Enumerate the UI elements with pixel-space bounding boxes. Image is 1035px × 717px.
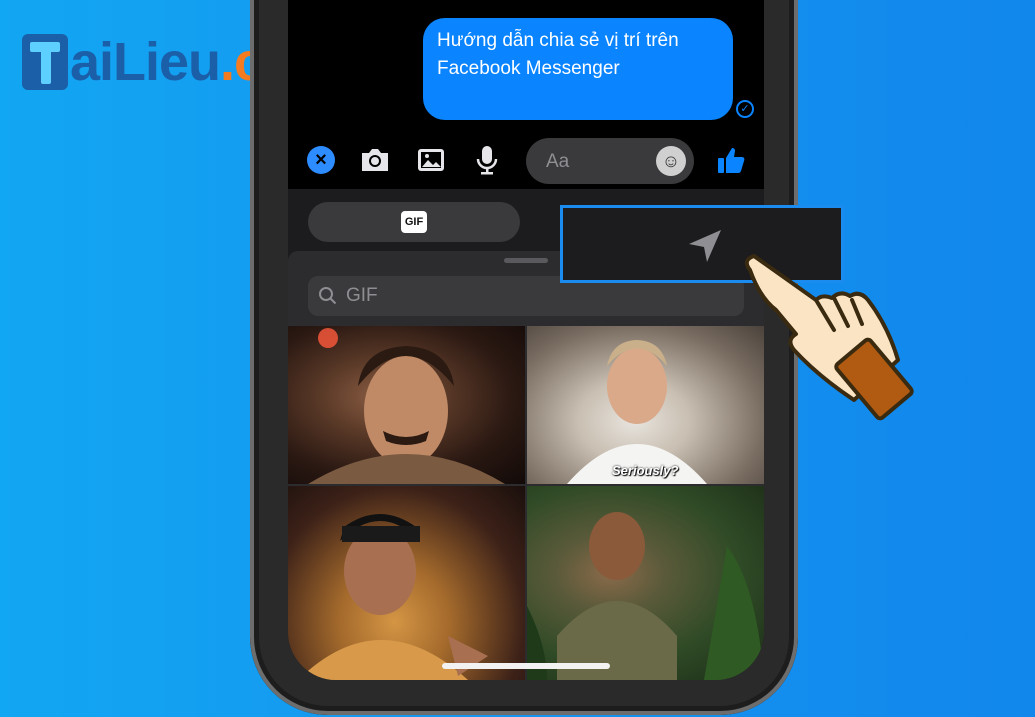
message-bubble[interactable]: Hướng dẫn chia sẻ vị trí trên Facebook M… <box>423 18 733 120</box>
message-text-line1: Hướng dẫn chia sẻ vị trí trên <box>437 30 679 51</box>
gif-sheet: GIF Seriously? <box>288 251 764 680</box>
home-indicator <box>442 663 610 669</box>
messenger-screen: Hướng dẫn chia sẻ vị trí trên Facebook M… <box>288 0 764 680</box>
message-input-placeholder: Aa <box>546 151 570 172</box>
photo-button[interactable] <box>414 143 448 177</box>
gif-icon: GIF <box>400 211 428 233</box>
composer-toolbar: × Aa ☺ <box>288 133 764 189</box>
close-button[interactable]: × <box>304 143 338 177</box>
like-button[interactable] <box>714 143 748 177</box>
gif-item[interactable] <box>288 326 525 484</box>
gif-image <box>527 512 764 680</box>
gif-caption: Seriously? <box>612 463 679 478</box>
gif-image <box>308 328 505 484</box>
microphone-icon <box>476 146 498 175</box>
close-icon: × <box>307 146 335 174</box>
search-icon <box>319 287 337 305</box>
location-arrow-icon <box>689 230 721 262</box>
tab-gif[interactable]: GIF <box>308 202 520 242</box>
gif-search-placeholder: GIF <box>346 285 378 306</box>
pointing-hand-icon <box>744 254 914 421</box>
photo-icon <box>418 149 444 171</box>
camera-icon <box>362 149 388 171</box>
sheet-drag-handle[interactable] <box>504 258 548 263</box>
gif-image <box>298 514 488 680</box>
microphone-button[interactable] <box>470 143 504 177</box>
emoji-icon[interactable]: ☺ <box>656 146 686 176</box>
camera-button[interactable] <box>358 143 392 177</box>
check-circle-icon: ✓ <box>736 100 754 118</box>
logo-t-mark <box>22 34 68 90</box>
gif-grid: Seriously? <box>288 326 764 680</box>
message-text-line2: Facebook Messenger <box>437 58 620 79</box>
gif-item[interactable]: Seriously? <box>527 326 764 484</box>
logo-text-main: aiLieu <box>70 32 221 92</box>
thumbs-up-icon <box>718 148 745 173</box>
gif-image <box>567 340 707 484</box>
gif-item[interactable] <box>288 486 525 680</box>
gif-item[interactable] <box>527 486 764 680</box>
message-input[interactable]: Aa ☺ <box>526 138 694 184</box>
